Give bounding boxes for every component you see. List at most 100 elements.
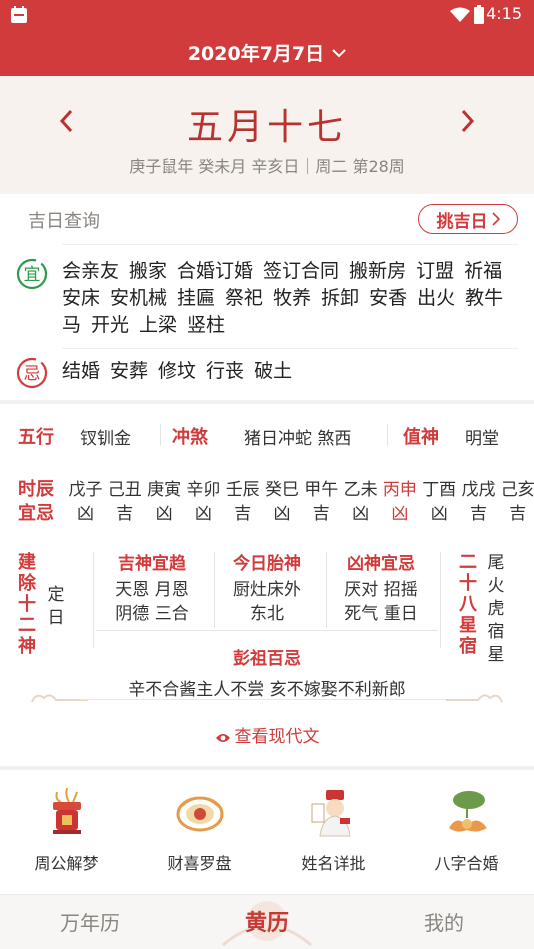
cloud-ornament-icon — [446, 694, 503, 703]
yi-badge-icon: 宜 — [16, 258, 48, 290]
yi-item: 订盟 — [416, 260, 455, 282]
incense-burner-icon — [52, 787, 81, 834]
hour-luck: 吉 — [470, 504, 487, 524]
xiongshen-line2: 死气 重日 — [344, 604, 418, 624]
hour-name: 己亥 — [500, 480, 534, 500]
hour-luck: 凶 — [194, 504, 212, 524]
hour-luck: 凶 — [273, 504, 291, 524]
hour-name: 癸巳 — [265, 480, 299, 500]
pick-good-day-button[interactable]: 挑吉日 — [418, 204, 518, 234]
tool-name-analysis[interactable]: 姓名详批 — [267, 784, 400, 874]
jiri-card: 吉日查询 挑吉日 宜 会亲友 搬家 合婚订婚 签订合同 搬新房 订盟 祈福安床 安机械 挂匾 祭祀… — [0, 194, 534, 400]
hour-name: 乙未 — [343, 480, 378, 500]
next-day-arrow-icon[interactable] — [452, 106, 482, 136]
taishen-line1: 厨灶床外 — [233, 580, 301, 600]
lunar-header: 五月十七 庚子鼠年 癸未月 辛亥日｜周二 第28周 — [0, 76, 534, 194]
yi-item: 祭祀 — [225, 287, 264, 309]
taishen-line2: 东北 — [250, 604, 284, 624]
eye-icon — [215, 734, 230, 742]
yi-item: 搬家 — [129, 260, 168, 282]
jishen-line2: 阴德 三合 — [115, 604, 189, 624]
yi-item: 出火 — [417, 287, 456, 309]
tab-mine[interactable]: 我的 — [384, 907, 504, 936]
chongsha-label: 冲煞 — [172, 427, 208, 448]
tool-label: 财喜罗盘 — [167, 854, 232, 873]
hour-name: 辛卯 — [186, 480, 221, 500]
tab-almanac[interactable]: 黄历 — [207, 905, 327, 937]
date-picker-button[interactable]: 2020年7月7日 — [188, 39, 346, 66]
yi-item: 拆卸 — [321, 287, 360, 309]
ganzhi-line: 庚子鼠年 癸未月 辛亥日｜周二 第28周 — [129, 157, 405, 176]
tool-label: 姓名详批 — [301, 854, 366, 873]
current-date: 2020年7月7日 — [187, 43, 325, 65]
pengzu-title: 彭祖百忌 — [233, 649, 301, 669]
pick-good-day-label: 挑吉日 — [436, 211, 488, 232]
scholar-icon — [311, 790, 351, 837]
hour-name: 丙申 — [382, 480, 417, 500]
yi-list: 会亲友 搬家 合婚订婚 签订合同 搬新房 订盟 祈福安床 安机械 挂匾 祭祀 牧养 拆卸 安香 出火 教牛马… — [62, 258, 522, 339]
zhishen-label: 值神 — [403, 427, 439, 448]
hour-luck: 吉 — [234, 504, 252, 524]
tool-fortune-compass[interactable]: 财喜罗盘 — [133, 784, 266, 874]
compass-icon — [176, 796, 223, 832]
hour-luck: 凶 — [352, 504, 370, 524]
shichen-label: 时辰 — [18, 479, 54, 500]
view-modern-text-link[interactable]: 查看现代文 — [0, 722, 534, 747]
yiji-label: 宜忌 — [18, 503, 54, 524]
yi-item: 教牛 — [465, 287, 504, 309]
hour-name: 戊子 — [68, 480, 103, 500]
tool-dream-interpretation[interactable]: 周公解梦 — [0, 784, 133, 874]
jishen-title: 吉神宜趋 — [118, 554, 186, 574]
yi-item: 安机械 — [110, 287, 168, 309]
bottom-tab-bar: 万年历 黄历 我的 — [0, 894, 534, 949]
yi-item: 祈福 — [464, 260, 503, 282]
chongsha-value: 猪日冲蛇 煞西 — [244, 429, 352, 449]
top-bar: 2020年7月7日 — [0, 30, 534, 76]
tab-perpetual-calendar[interactable]: 万年历 — [30, 907, 150, 936]
tool-label: 周公解梦 — [34, 854, 99, 873]
chevron-right-icon — [491, 212, 500, 226]
lotus-icon — [448, 791, 487, 832]
jishen-line1: 天恩 月恩 — [115, 580, 189, 600]
yi-item: 安香 — [369, 287, 408, 309]
svg-text:忌: 忌 — [24, 364, 41, 384]
tool-label: 八字合婚 — [434, 854, 499, 873]
ji-item: 行丧 — [206, 360, 245, 382]
yi-item: 竖柱 — [187, 314, 226, 336]
wifi-icon — [450, 7, 470, 22]
xiu-title: 二十八星宿 — [459, 552, 477, 657]
hour-luck: 凶 — [77, 504, 94, 524]
divider — [62, 244, 518, 245]
status-time: 4:15 — [486, 4, 522, 23]
yi-item: 搬新房 — [349, 260, 407, 282]
wuxing-label: 五行 — [18, 427, 54, 448]
hour-name: 己丑 — [107, 480, 142, 500]
wuxing-value: 钗钏金 — [80, 429, 131, 449]
view-modern-text-label: 查看现代文 — [234, 727, 320, 747]
jianchu-title: 建除十二神 — [18, 552, 36, 657]
ji-item: 修坟 — [158, 360, 197, 382]
cloud-ornament-icon — [31, 694, 88, 703]
hour-luck: 凶 — [155, 504, 173, 524]
ji-badge-icon: 忌 — [16, 357, 48, 389]
ji-list: 结婚 安葬 修坟 行丧 破土 — [62, 358, 522, 385]
jiri-title: 吉日查询 — [28, 211, 100, 232]
status-bar: 4:15 — [0, 0, 534, 30]
hour-name: 庚寅 — [147, 480, 182, 500]
yi-item: 牧养 — [273, 287, 312, 309]
calendar-app-icon — [11, 6, 27, 23]
divider — [62, 348, 518, 349]
almanac-card: 五行 钗钏金 冲煞 猪日冲蛇 煞西 值神 明堂 时辰 宜忌 戊子凶己丑吉庚寅凶辛… — [0, 404, 534, 766]
ji-item: 安葬 — [110, 360, 149, 382]
hour-luck: 凶 — [391, 504, 409, 524]
ji-item: 破土 — [254, 360, 293, 382]
tool-marriage-match[interactable]: 八字合婚 — [400, 784, 533, 874]
hour-luck: 吉 — [312, 504, 330, 524]
hour-name: 壬辰 — [225, 480, 260, 500]
ji-item: 结婚 — [62, 360, 101, 382]
yi-item: 合婚订婚 — [177, 260, 254, 282]
xiongshen-line1: 厌对 招摇 — [344, 580, 418, 600]
tools-card: 周公解梦 财喜罗盘 姓名详批 八字合婚 — [0, 770, 534, 900]
yi-item: 签订合同 — [263, 260, 340, 282]
zhishen-value: 明堂 — [465, 429, 499, 449]
